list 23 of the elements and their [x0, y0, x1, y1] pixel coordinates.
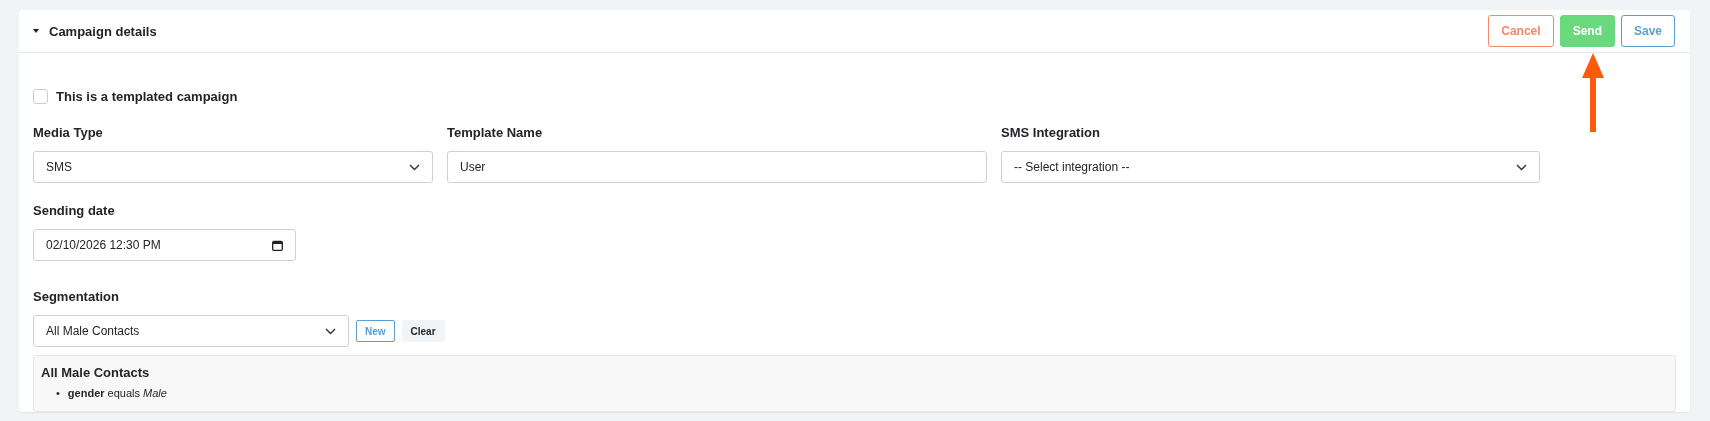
select-field[interactable]: SMS [33, 151, 433, 183]
checkbox-label: This is a templated campaign [56, 89, 238, 104]
date-field[interactable]: 02/10/2026 12:30 PM [33, 229, 296, 261]
checkbox[interactable] [33, 89, 48, 104]
rule-item: gender equals Male [67, 386, 167, 401]
input-field[interactable]: User [447, 151, 987, 183]
chevron-down-icon [1516, 163, 1527, 171]
select-field[interactable]: All Male Contacts [33, 315, 349, 347]
panel-title: Campaign details [49, 23, 157, 39]
calendar-icon[interactable] [272, 239, 283, 251]
chevron-down-icon [409, 163, 420, 171]
clear-button[interactable]: Clear [401, 320, 445, 342]
select-field[interactable]: -- Select integration -- [1001, 151, 1540, 183]
field-label: SMS Integration [1001, 125, 1101, 140]
field-label: Sending date [33, 203, 116, 218]
bullet: • [56, 386, 60, 401]
field-label: Segmentation [33, 289, 120, 304]
summary-title: All Male Contacts [41, 365, 151, 380]
arrow-up-icon [1582, 53, 1604, 132]
field-label: Template Name [447, 125, 544, 140]
chevron-down-icon [325, 327, 336, 335]
field-label: Media Type [33, 125, 104, 140]
caret-down-icon[interactable] [33, 29, 39, 33]
